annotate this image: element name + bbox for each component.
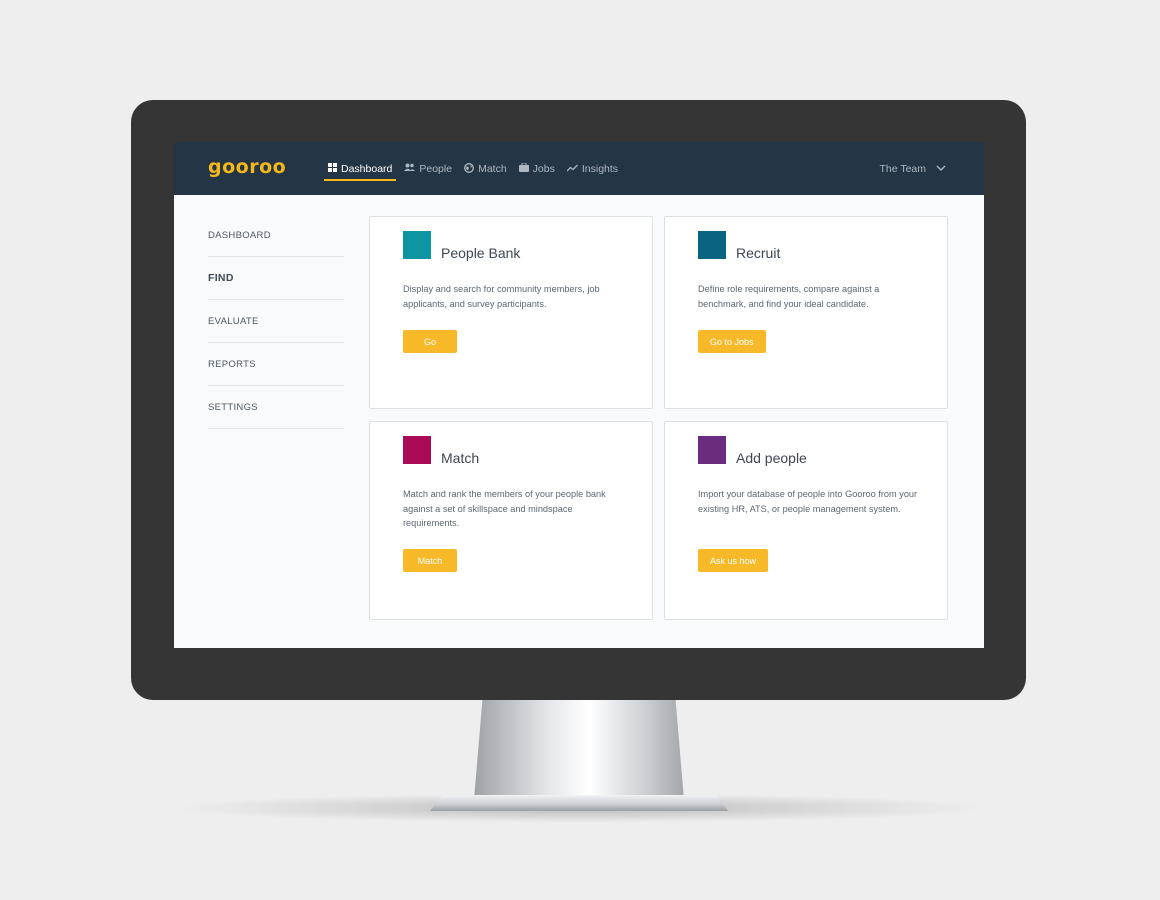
monitor-stand xyxy=(474,700,684,800)
nav-people[interactable]: People xyxy=(400,142,456,195)
card-description: Import your database of people into Goor… xyxy=(698,489,918,514)
card-color-swatch xyxy=(698,231,726,259)
sidebar-item-dashboard[interactable]: DASHBOARD xyxy=(208,215,344,257)
nav-jobs-label: Jobs xyxy=(532,162,555,175)
card-description: Display and search for community members… xyxy=(403,284,600,309)
main-nav: Dashboard People Match Jobs Insights xyxy=(324,142,626,195)
card-title: Recruit xyxy=(736,245,781,261)
grid-icon xyxy=(328,163,337,174)
sidebar-item-find[interactable]: FIND xyxy=(208,257,344,300)
go-button[interactable]: Go xyxy=(403,330,457,353)
card-recruit: Recruit Define role requirements, compar… xyxy=(664,216,948,409)
trend-icon xyxy=(566,164,578,174)
sidebar: DASHBOARD FIND EVALUATE REPORTS SETTINGS xyxy=(208,215,344,429)
card-people-bank: People Bank Display and search for commu… xyxy=(369,216,653,409)
nav-people-label: People xyxy=(419,162,453,175)
top-nav-bar: gooroo Dashboard People Match Jobs Insig… xyxy=(174,142,984,195)
card-description: Define role requirements, compare agains… xyxy=(698,284,880,309)
team-label: The Team xyxy=(879,162,927,175)
nav-match-label: Match xyxy=(478,162,507,175)
sidebar-item-settings[interactable]: SETTINGS xyxy=(208,386,344,429)
card-title: People Bank xyxy=(441,245,521,261)
sidebar-item-reports[interactable]: REPORTS xyxy=(208,343,344,386)
nav-insights-label: Insights xyxy=(581,162,619,175)
ask-us-how-button[interactable]: Ask us how xyxy=(698,549,769,572)
card-add-people: Add people Import your database of peopl… xyxy=(664,421,948,620)
card-color-swatch xyxy=(403,231,431,259)
monitor-base xyxy=(430,795,728,811)
sidebar-item-evaluate[interactable]: EVALUATE xyxy=(208,300,344,343)
briefcase-icon xyxy=(518,162,529,174)
card-color-swatch xyxy=(698,436,726,464)
card-title: Match xyxy=(441,450,480,466)
nav-match[interactable]: Match xyxy=(460,142,511,195)
people-icon xyxy=(404,163,416,174)
card-title: Add people xyxy=(736,450,807,466)
go-to-jobs-button[interactable]: Go to Jobs xyxy=(698,330,766,353)
chevron-down-icon xyxy=(936,163,946,174)
card-color-swatch xyxy=(403,436,431,464)
match-button[interactable]: Match xyxy=(403,549,457,572)
globe-icon xyxy=(464,162,475,175)
nav-insights[interactable]: Insights xyxy=(563,142,622,195)
nav-dashboard[interactable]: Dashboard xyxy=(324,142,397,195)
card-match: Match Match and rank the members of your… xyxy=(369,421,653,620)
nav-jobs[interactable]: Jobs xyxy=(515,142,559,195)
team-dropdown[interactable]: The Team xyxy=(880,142,947,195)
gooroo-logo[interactable]: gooroo xyxy=(208,156,286,178)
card-description: Match and rank the members of your peopl… xyxy=(403,489,606,528)
app-screen: gooroo Dashboard People Match Jobs Insig… xyxy=(174,142,984,648)
nav-dashboard-label: Dashboard xyxy=(341,162,393,175)
